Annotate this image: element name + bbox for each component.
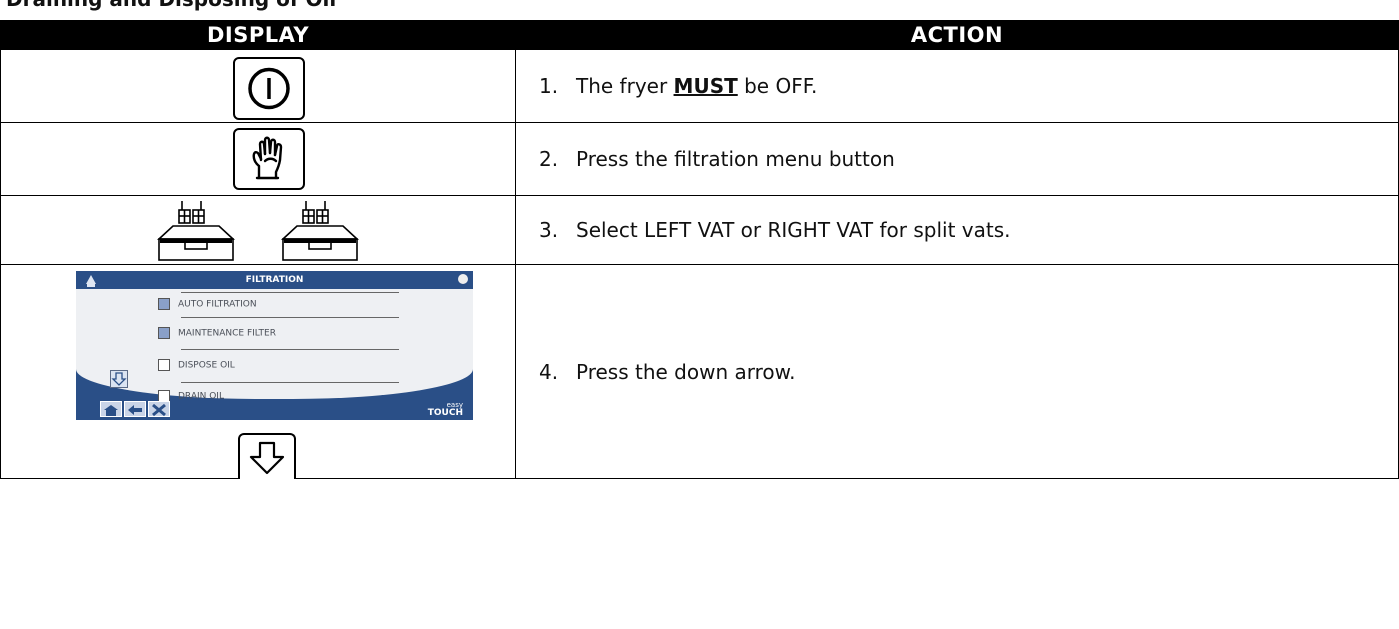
display-cell: [0, 122, 516, 196]
back-icon: [124, 401, 146, 417]
action-cell: 4. Press the down arrow.: [515, 264, 1399, 479]
procedure-table: DISPLAY ACTION 1. The fryer MUST be OFF.: [0, 20, 1399, 479]
menu-item-label: DISPOSE OIL: [178, 360, 235, 371]
down-arrow-button: [238, 433, 296, 479]
menu-item-label: AUTO FILTRATION: [178, 299, 257, 310]
display-cell: [0, 195, 516, 265]
step-text-pre: The fryer: [576, 74, 674, 98]
menu-item-maintenance-filter: MAINTENANCE FILTER: [158, 327, 276, 339]
header-action: ACTION: [515, 20, 1399, 50]
section-heading: Draining and Disposing of Oil: [6, 0, 336, 11]
home-icon: [100, 401, 122, 417]
menu-divider: [181, 382, 399, 383]
step-number: 2.: [539, 147, 559, 171]
table-row: FILTRATION AUTO FILTRATION MAINTENANCE F…: [0, 264, 1399, 479]
step-number: 1.: [539, 74, 559, 98]
step-text: Press the down arrow.: [576, 359, 796, 384]
checkbox-icon: [158, 298, 170, 310]
section-heading-strip: Draining and Disposing of Oil: [0, 0, 1399, 20]
power-icon: [248, 67, 290, 110]
easy-touch-logo: easy TOUCH: [427, 401, 463, 418]
menu-item-label: DRAIN OIL: [178, 391, 224, 402]
step-text-post: be OFF.: [737, 74, 818, 98]
display-cell: FILTRATION AUTO FILTRATION MAINTENANCE F…: [0, 264, 516, 479]
checkbox-icon: [158, 327, 170, 339]
screen-down-arrow-icon: [110, 370, 128, 388]
step-number: 4.: [539, 359, 559, 384]
checkbox-icon: [158, 359, 170, 371]
menu-item-label: MAINTENANCE FILTER: [178, 328, 276, 339]
step-emphasis: MUST: [673, 74, 738, 98]
action-cell: 1. The fryer MUST be OFF.: [515, 49, 1399, 123]
power-button: [233, 57, 305, 120]
step-text: Select LEFT VAT or RIGHT VAT for split v…: [576, 218, 1011, 242]
step-number: 3.: [539, 218, 559, 242]
status-dot: [458, 274, 468, 284]
screen-title: FILTRATION: [245, 275, 304, 285]
action-cell: 3. Select LEFT VAT or RIGHT VAT for split…: [515, 195, 1399, 265]
screen-menu-panel: AUTO FILTRATION MAINTENANCE FILTER DISPO…: [76, 289, 473, 402]
down-arrow-icon: [249, 441, 285, 475]
menu-item-dispose-oil: DISPOSE OIL: [158, 359, 235, 371]
table-row: 3. Select LEFT VAT or RIGHT VAT for split…: [0, 195, 1399, 265]
filtration-screen: FILTRATION AUTO FILTRATION MAINTENANCE F…: [76, 271, 473, 420]
menu-item-auto-filtration: AUTO FILTRATION: [158, 298, 257, 310]
table-row: 2. Press the filtration menu button: [0, 122, 1399, 196]
menu-divider: [181, 317, 399, 318]
right-vat-icon: [280, 201, 360, 261]
table-row: 1. The fryer MUST be OFF.: [0, 49, 1399, 123]
step-text: Press the filtration menu button: [576, 147, 895, 171]
menu-divider: [181, 349, 399, 350]
left-vat-icon: [156, 201, 236, 261]
header-display: DISPLAY: [0, 20, 516, 50]
action-cell: 2. Press the filtration menu button: [515, 122, 1399, 196]
menu-divider: [181, 292, 399, 293]
tools-icon: [148, 401, 170, 417]
filter-hand-icon: [252, 136, 283, 180]
filtration-menu-button: [233, 128, 305, 190]
display-cell: [0, 49, 516, 123]
